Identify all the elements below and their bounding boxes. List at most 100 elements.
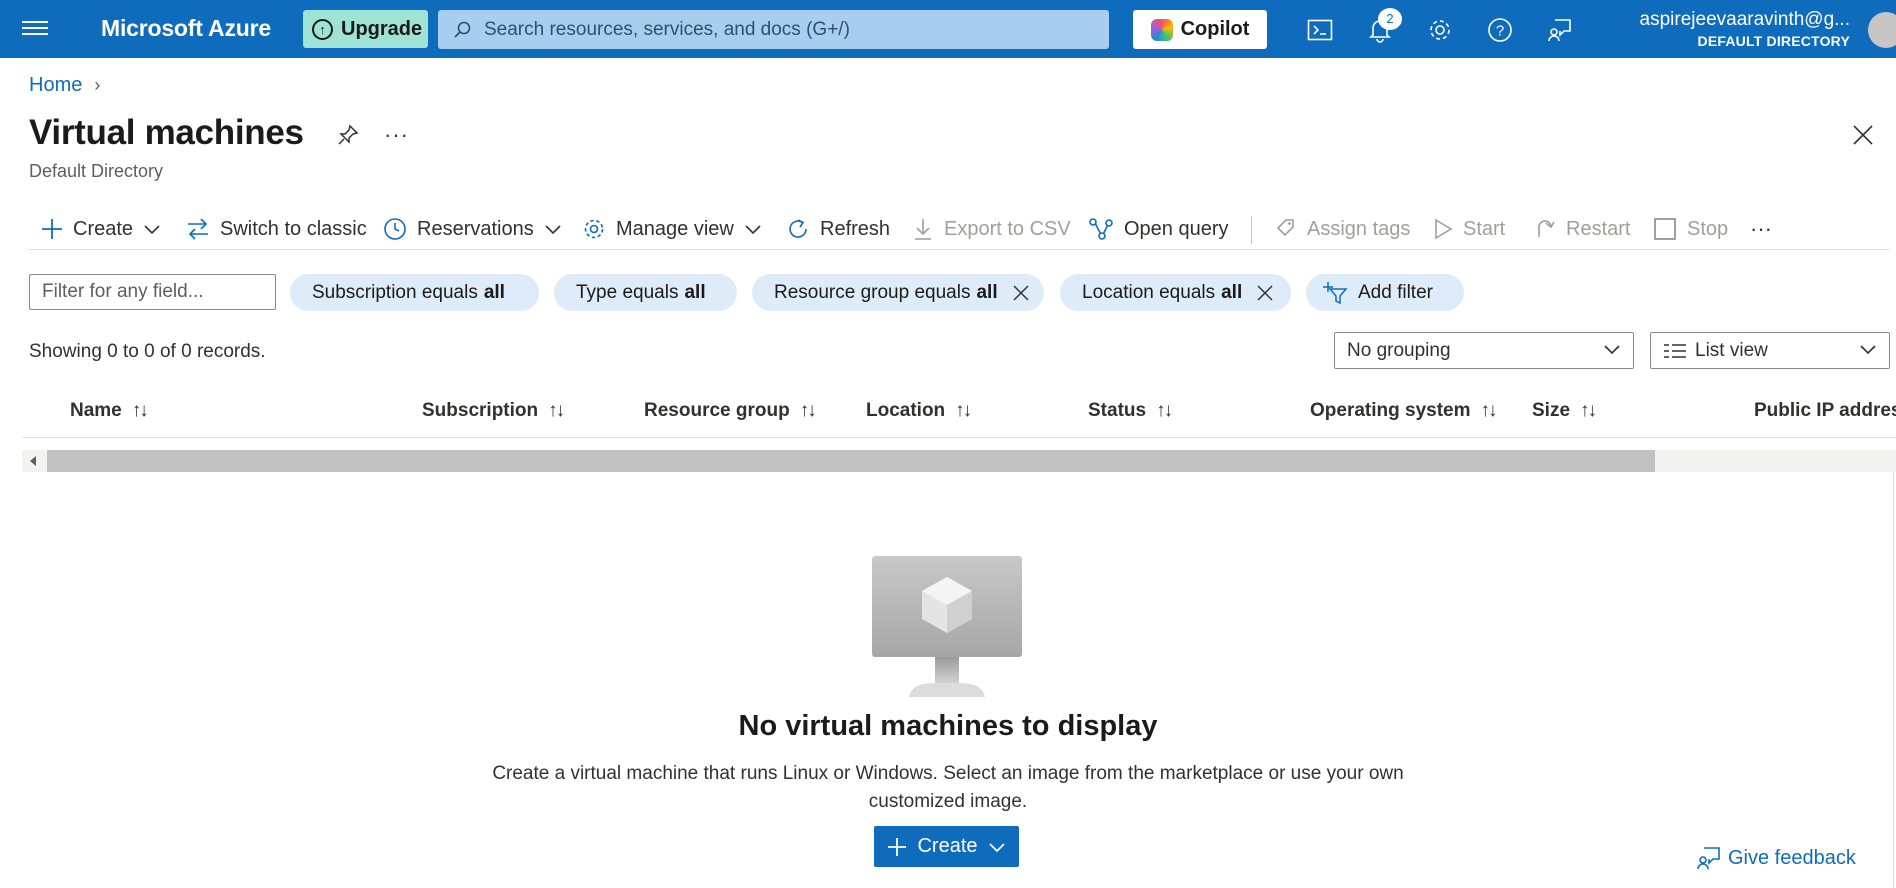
- header-more-options-icon[interactable]: ···: [384, 122, 409, 148]
- portal-menu-icon[interactable]: [22, 17, 48, 41]
- breadcrumb: Home ›: [29, 74, 100, 97]
- sort-arrows-icon: ↑↓: [1580, 400, 1597, 421]
- export-csv-button[interactable]: Export to CSV: [912, 212, 1071, 246]
- assign-tags-button[interactable]: Assign tags: [1275, 212, 1410, 246]
- column-header-size[interactable]: Size ↑↓: [1532, 400, 1597, 422]
- notification-count-badge: 2: [1378, 8, 1402, 30]
- start-button[interactable]: Start: [1433, 212, 1505, 246]
- sort-arrows-icon: ↑↓: [548, 400, 565, 421]
- stop-button[interactable]: Stop: [1653, 212, 1728, 246]
- column-header-name[interactable]: Name ↑↓: [70, 400, 149, 422]
- chevron-down-icon: [1604, 345, 1620, 355]
- virtual-machine-monitor-icon: [872, 556, 1022, 697]
- refresh-button[interactable]: Refresh: [786, 212, 890, 246]
- stop-label: Stop: [1687, 217, 1729, 240]
- column-header-resource-group[interactable]: Resource group ↑↓: [644, 400, 817, 422]
- reservations-button[interactable]: Reservations: [383, 212, 562, 246]
- refresh-icon: [789, 219, 807, 238]
- refresh-label: Refresh: [820, 217, 891, 240]
- add-filter-button[interactable]: Add filter: [1306, 274, 1464, 311]
- global-search-input[interactable]: [484, 18, 1084, 41]
- column-header-label: Name: [70, 400, 122, 421]
- view-selected: List view: [1695, 339, 1768, 361]
- restart-label: Restart: [1566, 217, 1631, 240]
- restart-icon: [1538, 220, 1555, 237]
- list-view-icon: [1664, 343, 1686, 358]
- filter-pill-type[interactable]: Type equals all: [554, 274, 737, 311]
- remove-filter-icon[interactable]: [1254, 282, 1276, 304]
- clock-icon: [384, 218, 406, 240]
- breadcrumb-home-link[interactable]: Home: [29, 74, 82, 97]
- column-header-location[interactable]: Location ↑↓: [866, 400, 972, 422]
- manage-view-button[interactable]: Manage view: [582, 212, 762, 246]
- column-header-status[interactable]: Status ↑↓: [1088, 400, 1173, 422]
- filter-pill-label: Resource group equals: [774, 281, 971, 303]
- feedback-person-icon[interactable]: [1546, 16, 1574, 44]
- table-header: Name ↑↓ Subscription ↑↓ Resource group ↑…: [22, 392, 1896, 438]
- column-header-label: Subscription: [422, 400, 539, 421]
- filter-pill-subscription[interactable]: Subscription equals all: [290, 274, 539, 311]
- open-query-label: Open query: [1124, 217, 1229, 240]
- filter-pill-value: all: [483, 281, 505, 303]
- horizontal-scrollbar[interactable]: [22, 450, 1896, 472]
- column-header-label: Status: [1088, 400, 1147, 421]
- chevron-down-icon: [144, 225, 160, 235]
- avatar[interactable]: [1868, 12, 1896, 48]
- global-search-box[interactable]: [438, 10, 1109, 49]
- page-title: Virtual machines: [29, 113, 304, 152]
- column-header-operating-system[interactable]: Operating system ↑↓: [1310, 400, 1498, 422]
- more-commands-icon[interactable]: ···: [1750, 212, 1772, 246]
- chevron-right-icon: ›: [94, 75, 101, 95]
- column-header-subscription[interactable]: Subscription ↑↓: [422, 400, 565, 422]
- filter-any-field-input[interactable]: [29, 274, 276, 310]
- grouping-dropdown[interactable]: No grouping: [1334, 332, 1634, 369]
- scroll-left-arrow-icon[interactable]: [30, 456, 36, 466]
- add-filter-funnel-icon: [1323, 281, 1348, 304]
- empty-state-create-button[interactable]: Create: [874, 826, 1019, 867]
- pin-icon[interactable]: [336, 123, 362, 149]
- sort-arrows-icon: ↑↓: [955, 400, 972, 421]
- filter-pill-label: Type equals: [576, 281, 679, 303]
- copilot-button[interactable]: Copilot: [1133, 10, 1267, 49]
- scrollbar-thumb[interactable]: [47, 450, 1655, 472]
- page-subtitle: Default Directory: [29, 161, 164, 181]
- remove-filter-icon[interactable]: [1010, 282, 1032, 304]
- column-header-public-ip[interactable]: Public IP addres: [1754, 400, 1896, 422]
- upgrade-label: Upgrade: [341, 17, 423, 40]
- reservations-label: Reservations: [417, 217, 534, 240]
- brand-title[interactable]: Microsoft Azure: [101, 15, 271, 42]
- account-menu[interactable]: aspirejeevaaravinth@g... DEFAULT DIRECTO…: [1640, 9, 1850, 49]
- sort-arrows-icon: ↑↓: [1156, 400, 1173, 421]
- download-icon: [915, 219, 931, 240]
- gear-icon: [584, 219, 604, 239]
- help-question-icon[interactable]: ?: [1486, 16, 1514, 44]
- plus-icon: [888, 837, 907, 856]
- give-feedback-link[interactable]: Give feedback: [1696, 845, 1856, 871]
- filter-pill-resource-group[interactable]: Resource group equals all: [752, 274, 1044, 311]
- chevron-down-icon: [1860, 345, 1876, 355]
- swap-arrows-icon: [188, 218, 208, 240]
- upgrade-button[interactable]: ↑ Upgrade: [303, 10, 428, 48]
- query-graph-icon: [1089, 218, 1113, 240]
- filter-pill-label: Location equals: [1082, 281, 1216, 303]
- feedback-person-icon: [1697, 847, 1720, 870]
- create-command-button[interactable]: Create: [41, 212, 161, 246]
- settings-gear-icon[interactable]: [1426, 16, 1454, 44]
- sort-arrows-icon: ↑↓: [1480, 400, 1498, 421]
- close-blade-icon[interactable]: [1852, 124, 1876, 148]
- filter-pill-location[interactable]: Location equals all: [1060, 274, 1291, 311]
- switch-to-classic-button[interactable]: Switch to classic: [186, 212, 367, 246]
- restart-button[interactable]: Restart: [1534, 212, 1630, 246]
- open-query-button[interactable]: Open query: [1088, 212, 1229, 246]
- column-header-label: Public IP addres: [1754, 400, 1896, 421]
- account-email: aspirejeevaaravinth@g...: [1639, 9, 1850, 30]
- filter-pill-label: Subscription equals: [312, 281, 478, 303]
- switch-to-classic-label: Switch to classic: [220, 217, 367, 240]
- export-csv-label: Export to CSV: [944, 217, 1071, 240]
- empty-state-title: No virtual machines to display: [738, 710, 1158, 742]
- column-header-label: Operating system: [1310, 400, 1471, 421]
- top-navigation-bar: Microsoft Azure ↑ Upgrade Copilot 2 ? as…: [0, 0, 1896, 58]
- view-dropdown[interactable]: List view: [1650, 332, 1890, 369]
- cloud-shell-icon[interactable]: [1306, 16, 1334, 44]
- sort-arrows-icon: ↑↓: [799, 400, 817, 421]
